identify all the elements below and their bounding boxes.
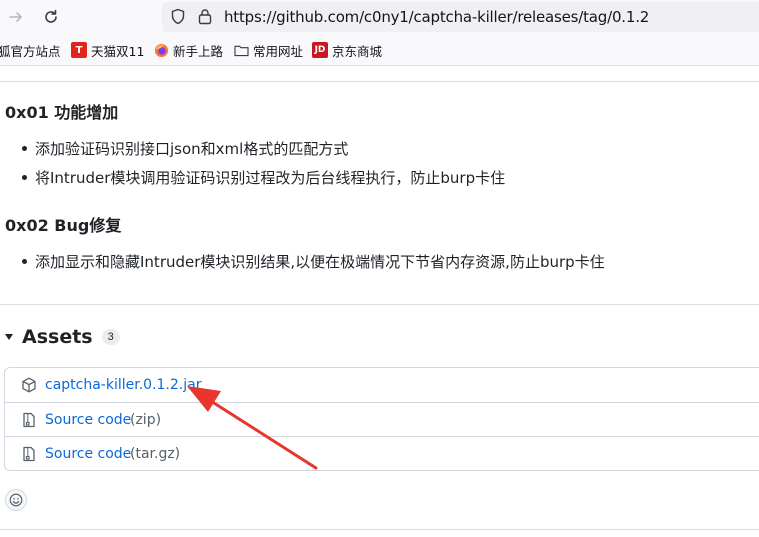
asset-format[interactable]: (zip) bbox=[130, 412, 161, 428]
bookmark-item[interactable]: JD 京东商城 bbox=[312, 41, 382, 59]
shield-icon[interactable] bbox=[170, 8, 186, 30]
asset-link-jar[interactable]: captcha-killer.0.1.2.jar bbox=[45, 377, 201, 393]
address-bar[interactable]: https://github.com/c0ny1/captcha-killer/… bbox=[162, 2, 759, 32]
triangle-down-icon bbox=[5, 334, 13, 340]
browser-toolbar: https://github.com/c0ny1/captcha-killer/… bbox=[0, 0, 759, 34]
assets-list: captcha-killer.0.1.2.jar Source code (zi… bbox=[4, 367, 759, 471]
list-item: 添加显示和隐藏Intruder模块识别结果,以便在极端情况下节省内存资源,防止b… bbox=[22, 251, 605, 272]
forward-button[interactable] bbox=[4, 5, 28, 29]
section-heading: 0x01 功能增加 bbox=[5, 103, 119, 122]
tmall-icon: T bbox=[71, 42, 87, 58]
smiley-icon bbox=[9, 493, 23, 507]
bookmarks-bar: 狐官方站点 T 天猫双11 新手上路 常用网址 JD 京东商城 bbox=[0, 34, 759, 66]
list-item-text: 添加显示和隐藏Intruder模块识别结果,以便在极端情况下节省内存资源,防止b… bbox=[35, 253, 605, 271]
bookmark-label: 新手上路 bbox=[173, 43, 224, 59]
bullet bbox=[22, 146, 27, 151]
bookmark-item[interactable]: 新手上路 bbox=[153, 41, 223, 59]
reload-button[interactable] bbox=[39, 5, 63, 29]
list-item-text: 添加验证码识别接口json和xml格式的匹配方式 bbox=[35, 140, 349, 158]
list-item-text: 将Intruder模块调用验证码识别过程改为后台线程执行，防止burp卡住 bbox=[35, 169, 506, 187]
assets-title: Assets bbox=[22, 326, 93, 348]
add-reaction-button[interactable] bbox=[5, 489, 27, 511]
jd-icon: JD bbox=[312, 42, 328, 58]
bullet bbox=[22, 175, 27, 180]
bookmark-label: 京东商城 bbox=[332, 43, 383, 59]
divider bbox=[0, 304, 759, 305]
asset-row: captcha-killer.0.1.2.jar bbox=[5, 368, 759, 402]
bookmark-label: 天猫双11 bbox=[91, 43, 145, 59]
bookmark-label: 狐官方站点 bbox=[0, 43, 61, 59]
file-zip-icon bbox=[21, 446, 37, 462]
asset-row: Source code (zip) bbox=[5, 402, 759, 436]
bookmark-label: 常用网址 bbox=[253, 43, 304, 59]
bookmark-item[interactable]: 常用网址 bbox=[233, 41, 303, 59]
asset-format[interactable]: (tar.gz) bbox=[130, 446, 180, 462]
list-item: 将Intruder模块调用验证码识别过程改为后台线程执行，防止burp卡住 bbox=[22, 167, 505, 188]
divider bbox=[0, 81, 759, 82]
bullet bbox=[22, 259, 27, 264]
asset-row: Source code (tar.gz) bbox=[5, 436, 759, 470]
section-heading: 0x02 Bug修复 bbox=[5, 216, 122, 235]
file-zip-icon bbox=[21, 412, 37, 428]
reload-icon bbox=[45, 9, 57, 23]
package-icon bbox=[21, 377, 37, 393]
asset-link-source-targz[interactable]: Source code bbox=[45, 446, 131, 462]
bookmark-item[interactable]: T 天猫双11 bbox=[71, 41, 144, 59]
divider bbox=[0, 529, 759, 530]
firefox-icon bbox=[153, 42, 169, 58]
arrow-right-icon bbox=[9, 12, 22, 22]
asset-link-source-zip[interactable]: Source code bbox=[45, 412, 131, 428]
url-text[interactable]: https://github.com/c0ny1/captcha-killer/… bbox=[224, 8, 649, 26]
lock-icon[interactable] bbox=[198, 8, 212, 30]
list-item: 添加验证码识别接口json和xml格式的匹配方式 bbox=[22, 138, 348, 159]
assets-count-badge: 3 bbox=[101, 329, 120, 345]
bookmark-item[interactable]: 狐官方站点 bbox=[0, 41, 61, 59]
folder-icon bbox=[233, 42, 249, 58]
assets-toggle[interactable]: Assets 3 bbox=[5, 326, 120, 348]
